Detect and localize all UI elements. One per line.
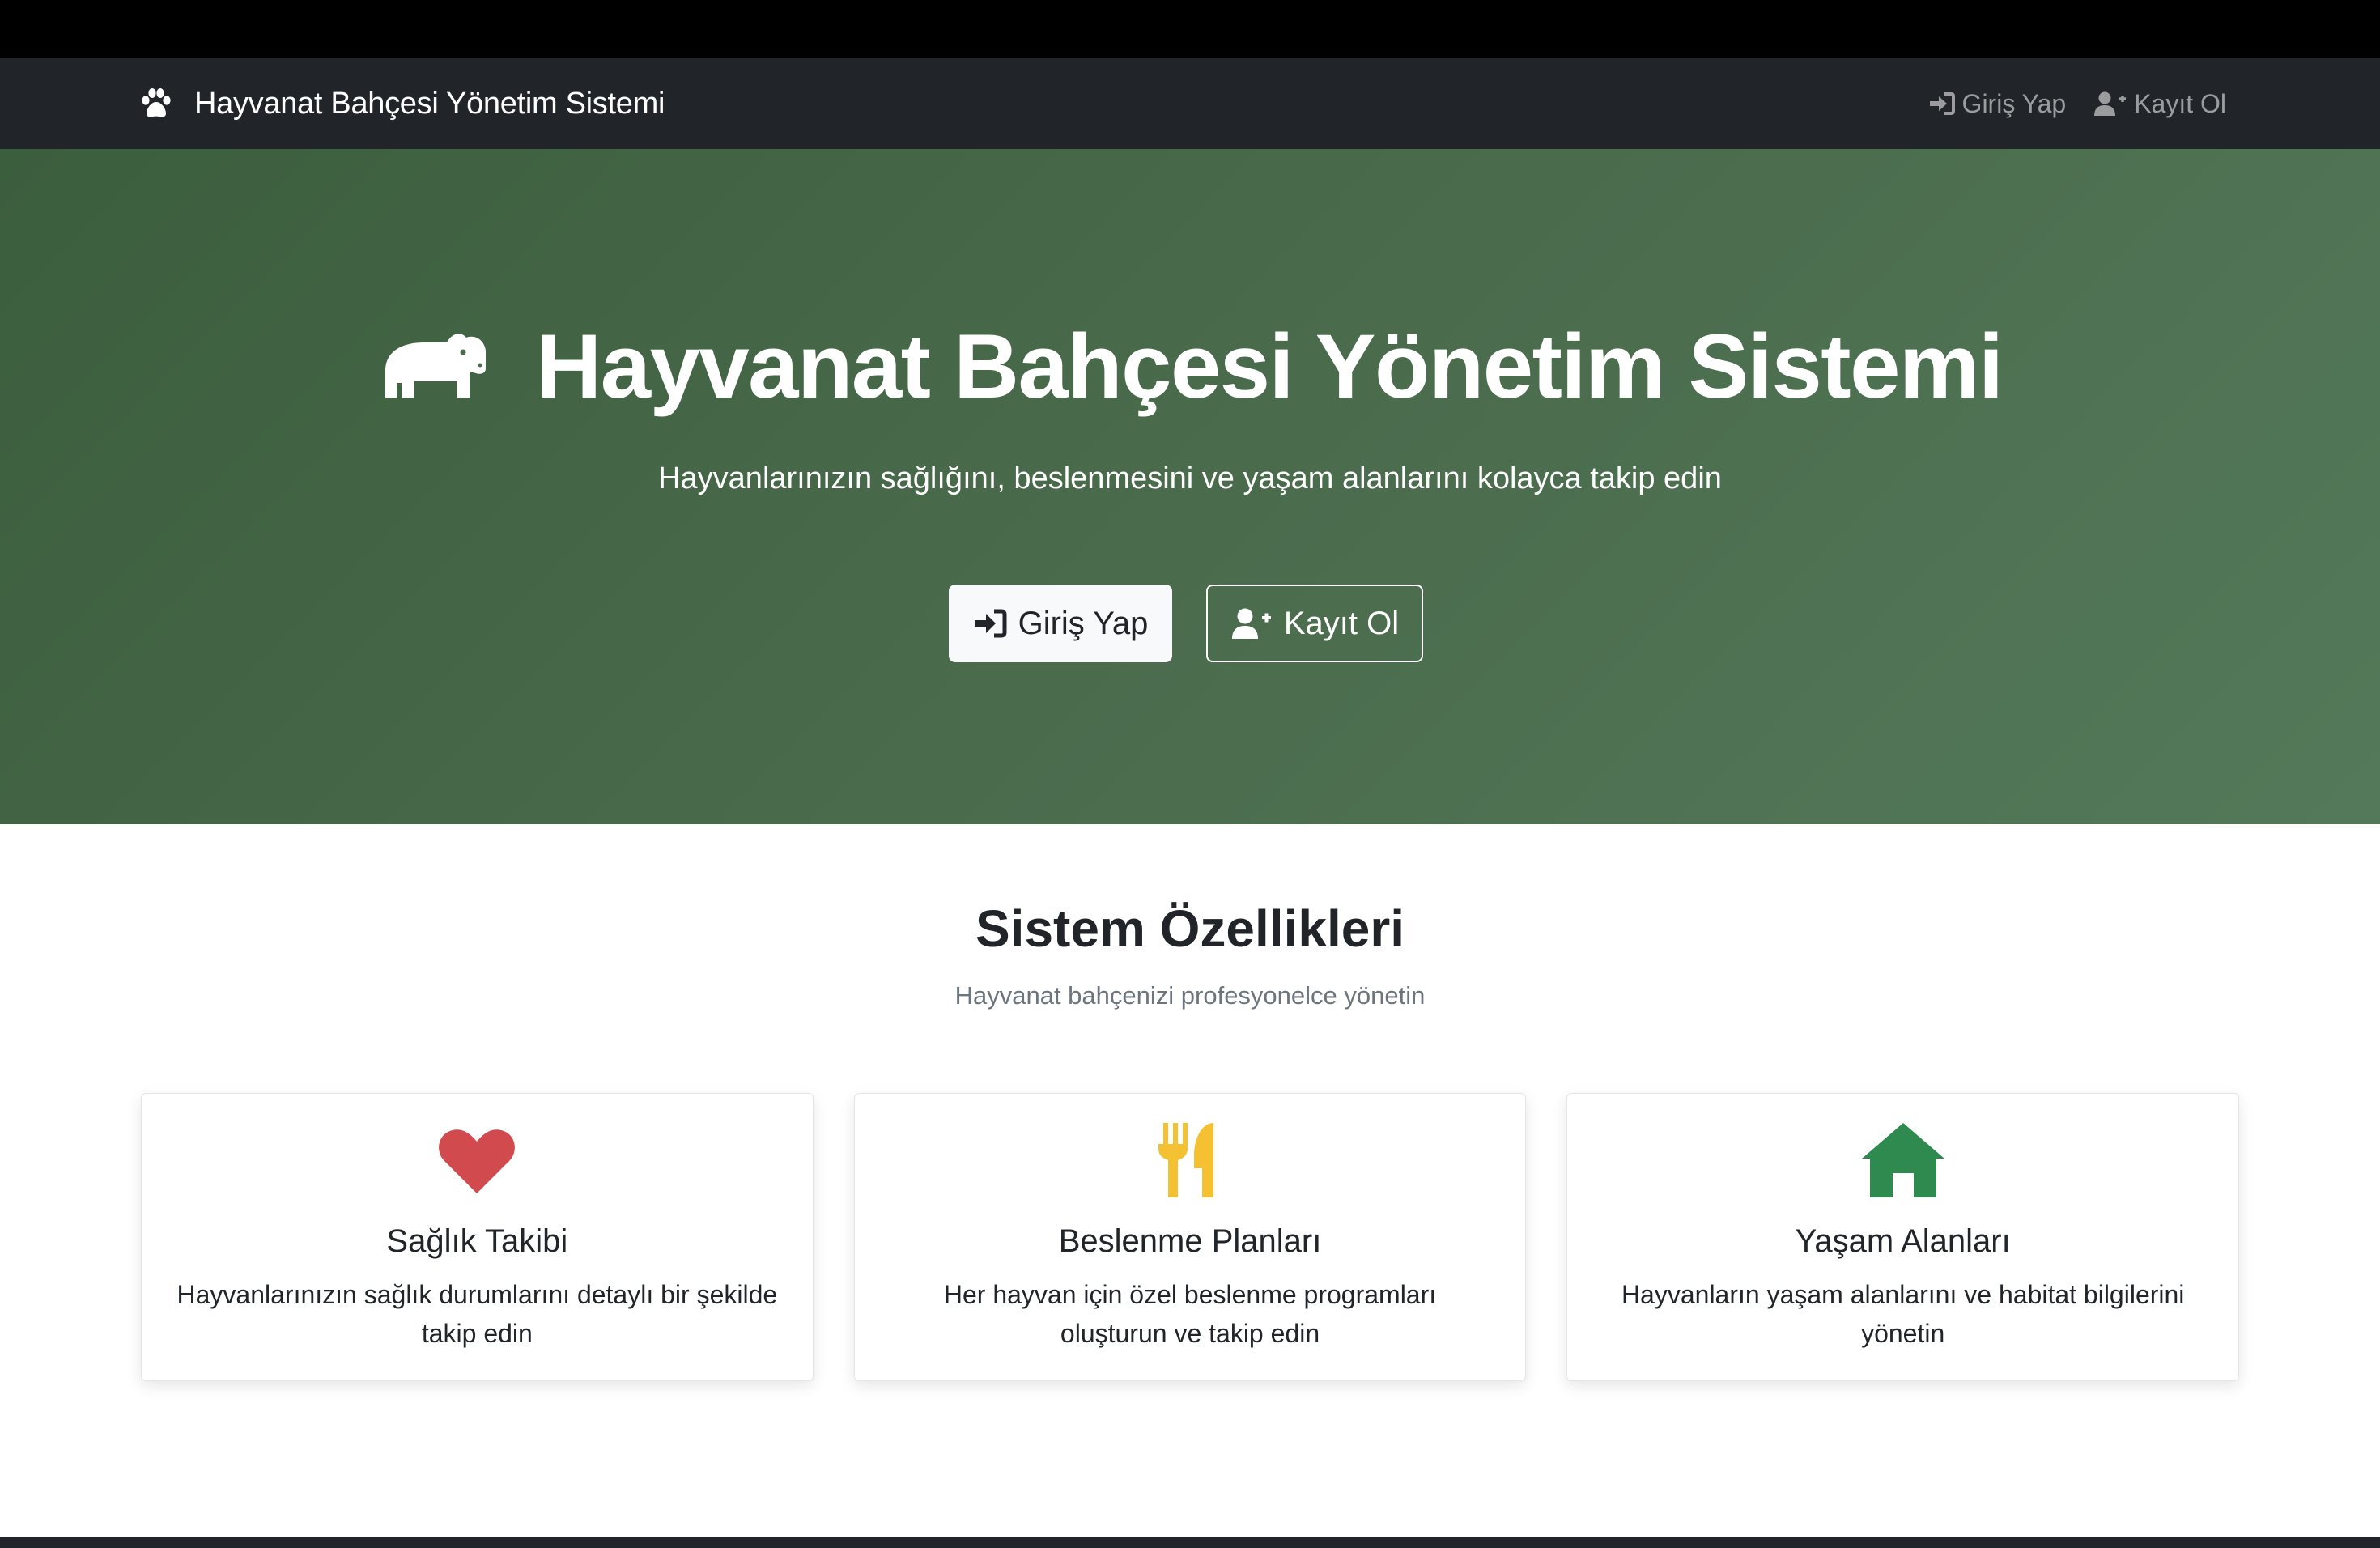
hero-section: Hayvanat Bahçesi Yönetim Sistemi Hayvanl… bbox=[0, 149, 2380, 824]
feature-cards: Sağlık Takibi Hayvanlarınızın sağlık dur… bbox=[141, 1093, 2240, 1381]
navbar-brand[interactable]: Hayvanat Bahçesi Yönetim Sistemi bbox=[139, 58, 665, 149]
feature-card-title: Yaşam Alanları bbox=[1795, 1223, 2011, 1259]
sign-in-icon bbox=[974, 609, 1007, 638]
navbar: Hayvanat Bahçesi Yönetim Sistemi Giriş Y… bbox=[0, 58, 2380, 149]
house-icon bbox=[1861, 1123, 1944, 1197]
feature-card-text: Hayvanlarınızın sağlık durumlarını detay… bbox=[176, 1280, 778, 1348]
hero-register-button[interactable]: Kayıt Ol bbox=[1206, 585, 1423, 662]
user-plus-icon bbox=[2094, 91, 2127, 116]
hero-login-button[interactable]: Giriş Yap bbox=[949, 585, 1172, 662]
feature-card-nutrition: Beslenme Planları Her hayvan için özel b… bbox=[853, 1093, 1527, 1381]
feature-card-habitat: Yaşam Alanları Hayvanların yaşam alanlar… bbox=[1566, 1093, 2240, 1381]
feature-card-health: Sağlık Takibi Hayvanlarınızın sağlık dur… bbox=[141, 1093, 814, 1381]
hero-title: Hayvanat Bahçesi Yönetim Sistemi bbox=[536, 316, 2004, 417]
utensils-icon bbox=[1158, 1123, 1213, 1197]
hero-login-label: Giriş Yap bbox=[1018, 605, 1149, 641]
footer-edge bbox=[0, 1537, 2380, 1548]
feature-card-text: Her hayvan için özel beslenme programlar… bbox=[943, 1280, 1437, 1348]
paw-icon bbox=[142, 88, 171, 117]
browser-top-bar bbox=[0, 0, 2380, 58]
brand-title: Hayvanat Bahçesi Yönetim Sistemi bbox=[194, 86, 665, 121]
nav-login-label: Giriş Yap bbox=[1961, 88, 2067, 118]
feature-card-title: Sağlık Takibi bbox=[386, 1223, 568, 1259]
nav-register-link[interactable]: Kayıt Ol bbox=[2093, 89, 2226, 119]
heart-icon bbox=[439, 1129, 516, 1193]
hero-register-label: Kayıt Ol bbox=[1283, 605, 1400, 641]
nav-register-label: Kayıt Ol bbox=[2134, 88, 2226, 118]
hero-buttons: Giriş Yap Kayıt Ol bbox=[0, 585, 2380, 662]
hippo-icon bbox=[385, 333, 487, 398]
user-plus-icon bbox=[1231, 608, 1271, 639]
features-subtitle: Hayvanat bahçenizi profesyonelce yönetin bbox=[954, 981, 1426, 1010]
features-title: Sistem Özellikleri bbox=[975, 899, 1405, 958]
hero-subtitle: Hayvanlarınızın sağlığını, beslenmesini … bbox=[658, 461, 1722, 495]
feature-card-text: Hayvanların yaşam alanlarını ve habitat … bbox=[1621, 1280, 2185, 1348]
nav-login-link[interactable]: Giriş Yap bbox=[1928, 88, 2067, 119]
navbar-links: Giriş Yap Kayıt Ol bbox=[1928, 58, 2226, 149]
hero-title-row: Hayvanat Bahçesi Yönetim Sistemi bbox=[0, 314, 2380, 419]
sign-in-icon bbox=[1929, 92, 1955, 115]
feature-card-title: Beslenme Planları bbox=[1058, 1223, 1322, 1259]
